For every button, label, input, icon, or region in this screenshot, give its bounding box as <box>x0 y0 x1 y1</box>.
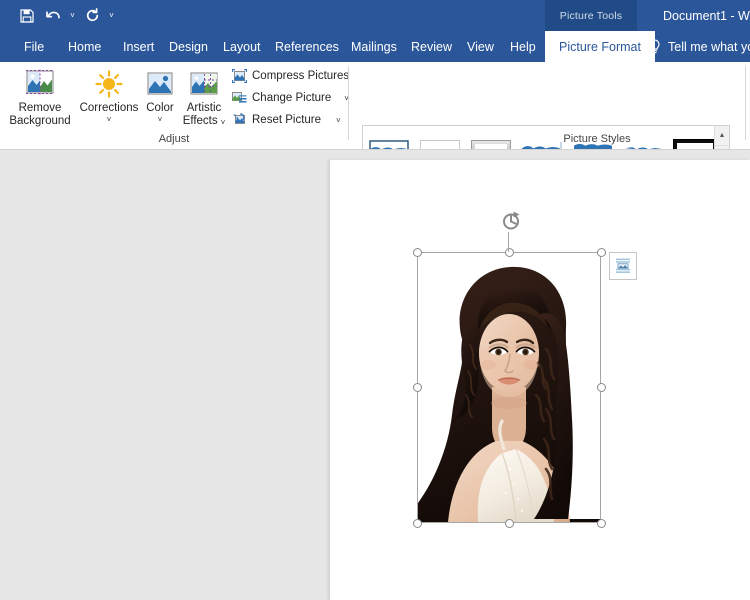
compress-pictures-button[interactable]: Compress Pictures <box>231 68 349 84</box>
tell-me-label: Tell me what yo <box>668 39 750 54</box>
color-icon <box>145 66 175 99</box>
handle-top-center[interactable] <box>505 248 514 257</box>
layout-options-button[interactable] <box>609 252 637 280</box>
undo-dropdown-chevron-down-icon[interactable]: ˅ <box>66 3 79 29</box>
ribbon-tab-strip: File Home Insert Design Layout References Mail… <box>0 31 750 62</box>
artistic-effects-chevron-down-icon[interactable]: ˅ <box>221 118 226 127</box>
document-title: Document1 - W <box>663 0 750 31</box>
tab-mailings[interactable]: Mailings <box>343 31 405 62</box>
rotate-handle-stem <box>508 232 509 252</box>
handle-bottom-left[interactable] <box>413 519 422 528</box>
remove-background-label-line1: Remove <box>18 102 62 114</box>
quick-access-toolbar: ˅ ˅ <box>14 0 118 31</box>
tab-layout[interactable]: Layout <box>215 31 269 62</box>
contextual-tab-label: Picture Tools <box>559 9 623 22</box>
artistic-effects-label-line2: Effects <box>182 115 218 127</box>
reset-picture-icon <box>231 112 247 128</box>
layout-options-icon <box>614 257 632 275</box>
contextual-tab-picture-tools: Picture Tools <box>545 0 637 31</box>
reset-picture-chevron-down-icon[interactable]: ˅ <box>336 116 341 125</box>
artistic-effects-icon <box>188 66 220 99</box>
compress-pictures-icon <box>231 68 247 84</box>
tab-home[interactable]: Home <box>60 31 109 62</box>
rotate-handle[interactable] <box>499 209 523 233</box>
color-label: Color <box>146 102 174 114</box>
tab-picture-format[interactable]: Picture Format <box>545 31 655 62</box>
corrections-label: Corrections <box>79 102 139 114</box>
tab-insert[interactable]: Insert <box>115 31 162 62</box>
undo-icon[interactable] <box>40 3 66 29</box>
tab-design[interactable]: Design <box>161 31 216 62</box>
artistic-effects-label-line1: Artistic <box>186 102 222 114</box>
color-button[interactable]: Color ˅ <box>140 66 180 124</box>
save-icon[interactable] <box>14 3 40 29</box>
tab-view[interactable]: View <box>459 31 502 62</box>
lightbulb-icon <box>648 39 661 54</box>
handle-bottom-center[interactable] <box>505 519 514 528</box>
handle-bottom-right[interactable] <box>597 519 606 528</box>
corrections-icon <box>94 66 124 99</box>
change-picture-icon <box>231 90 247 106</box>
handle-top-right[interactable] <box>597 248 606 257</box>
tab-file[interactable]: File <box>16 31 52 62</box>
title-bar: ˅ ˅ Picture Tools Document1 - W <box>0 0 750 31</box>
remove-background-icon <box>23 66 57 99</box>
change-picture-label: Change Picture <box>252 92 332 104</box>
ribbon: Remove Background Corrections ˅ Color ˅ … <box>0 62 750 185</box>
tab-help[interactable]: Help <box>502 31 544 62</box>
reset-picture-label: Reset Picture <box>252 114 322 126</box>
handle-middle-left[interactable] <box>413 383 422 392</box>
artistic-effects-button[interactable]: Artistic Effects ˅ <box>176 66 232 128</box>
handle-top-left[interactable] <box>413 248 422 257</box>
image-selection-frame <box>413 248 606 528</box>
tab-references[interactable]: References <box>267 31 347 62</box>
ribbon-group-labels: Adjust Picture Styles <box>0 128 750 150</box>
redo-icon[interactable] <box>79 3 105 29</box>
document-title-text: Document1 - W <box>663 8 750 23</box>
change-picture-button[interactable]: Change Picture ˅ <box>231 90 349 106</box>
ribbon-groups: Remove Background Corrections ˅ Color ˅ … <box>0 62 750 185</box>
handle-middle-right[interactable] <box>597 383 606 392</box>
tab-review[interactable]: Review <box>403 31 460 62</box>
corrections-chevron-down-icon[interactable]: ˅ <box>107 115 112 124</box>
group-label-picture-styles: Picture Styles <box>563 133 631 145</box>
remove-background-label-line2: Background <box>9 115 71 127</box>
group-label-adjust: Adjust <box>158 133 190 145</box>
compress-pictures-label: Compress Pictures <box>252 70 350 82</box>
remove-background-button[interactable]: Remove Background <box>4 66 76 128</box>
tell-me-search[interactable]: Tell me what yo <box>648 31 750 62</box>
reset-picture-button[interactable]: Reset Picture ˅ <box>231 112 341 128</box>
color-chevron-down-icon[interactable]: ˅ <box>158 115 163 124</box>
word-window: ˅ ˅ Picture Tools Document1 - W File Home… <box>0 0 750 600</box>
customize-quick-access-chevron-down-icon[interactable]: ˅ <box>105 3 118 29</box>
corrections-button[interactable]: Corrections ˅ <box>76 66 142 124</box>
